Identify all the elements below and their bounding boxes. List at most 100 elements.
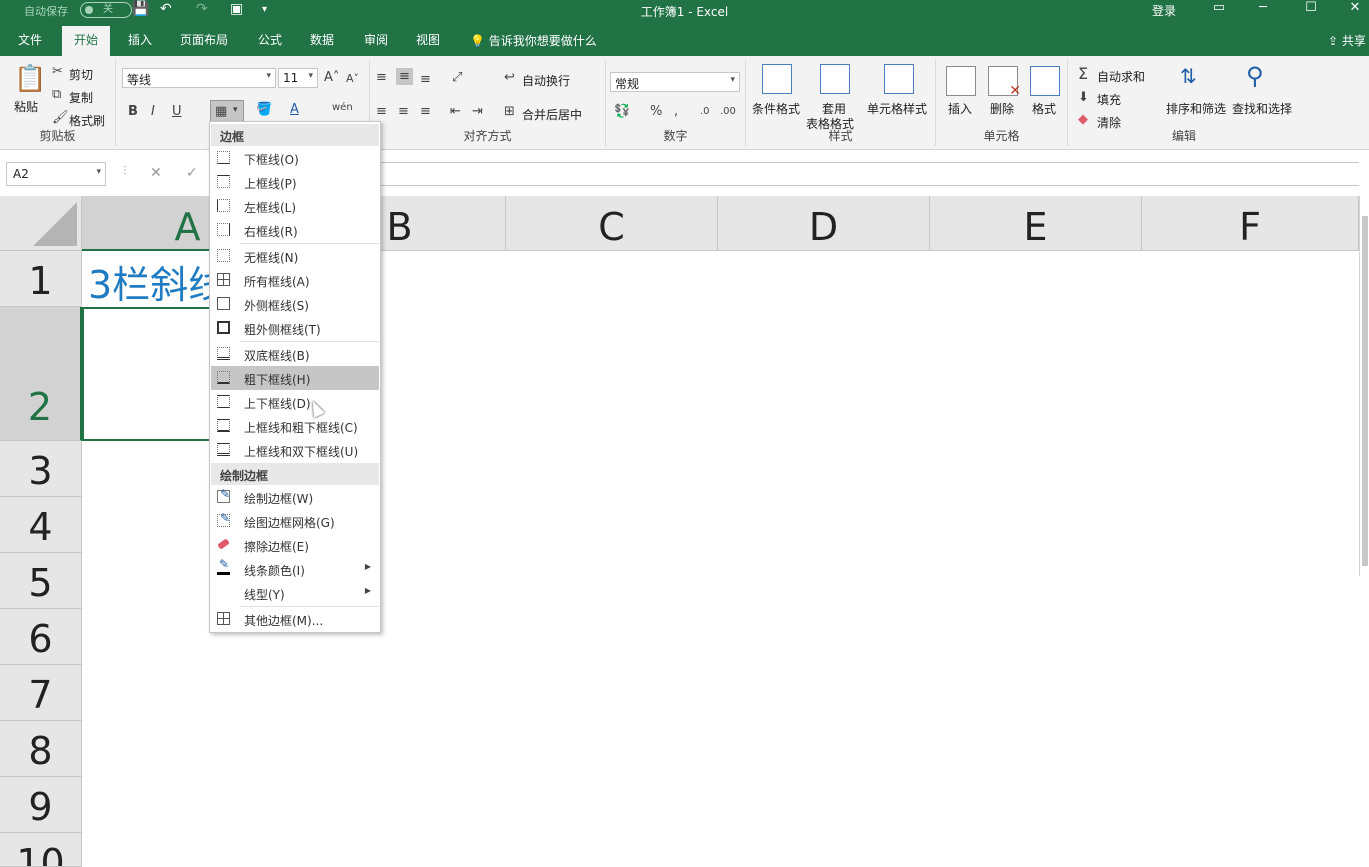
shrink-font-icon[interactable]: A˅ (346, 72, 359, 85)
menu-item-top-border[interactable]: 上框线(P) (211, 170, 379, 194)
percent-button[interactable]: % (650, 104, 662, 119)
maximize-icon[interactable]: ☐ (1296, 0, 1326, 15)
styles-label: 样式 (828, 129, 853, 143)
menu-item-left-border[interactable]: 左框线(L) (211, 194, 379, 218)
row-header-5[interactable]: 5 (0, 553, 82, 609)
font-name-combo[interactable]: 等线 ▾ (122, 68, 276, 88)
row-header-1[interactable]: 1 (0, 251, 82, 307)
top-bottom-border-icon (217, 395, 230, 408)
tab-view[interactable]: 视图 (416, 31, 440, 48)
selected-cell-a2[interactable] (82, 307, 212, 441)
signin-link[interactable]: 登录 (1152, 2, 1176, 19)
copy-button[interactable]: 复制 (69, 89, 93, 106)
menu-item-top-bottom-border[interactable]: 上下框线(D) (211, 390, 379, 414)
comma-button[interactable]: , (674, 104, 678, 119)
menu-item-right-border[interactable]: 右框线(R) (211, 218, 379, 242)
wrap-text-button[interactable]: 自动换行 (522, 72, 570, 89)
cell-styles-button[interactable]: 单元格样式 (867, 100, 927, 117)
row-header-4[interactable]: 4 (0, 497, 82, 553)
menu-item-outside-borders[interactable]: 外侧框线(S) (211, 292, 379, 316)
tab-review[interactable]: 审阅 (364, 31, 388, 48)
row-header-7[interactable]: 7 (0, 665, 82, 721)
tab-file[interactable]: 文件 (18, 31, 42, 48)
menu-item-bottom-border[interactable]: 下框线(O) (211, 146, 379, 170)
menu-item-all-borders[interactable]: 所有框线(A) (211, 268, 379, 292)
menu-item-thick-outside-borders[interactable]: 粗外侧框线(T) (211, 316, 379, 340)
align-top-icon[interactable]: ≡ (376, 70, 387, 85)
tab-data[interactable]: 数据 (310, 31, 334, 48)
align-bottom-icon[interactable]: ≡ (420, 72, 431, 87)
menu-item-line-style[interactable]: 线型(Y) ▶ (211, 581, 379, 605)
decrease-decimal-icon[interactable]: .00 (720, 106, 736, 117)
column-header-f[interactable]: F (1142, 196, 1359, 251)
menu-item-no-border[interactable]: 无框线(N) (211, 244, 379, 268)
font-color-icon[interactable]: A (290, 102, 299, 117)
cancel-entry-button[interactable]: ✕ (150, 165, 162, 181)
fill-color-icon[interactable]: 🪣 (256, 102, 272, 117)
row-header-2[interactable]: 2 (0, 307, 82, 441)
underline-button[interactable]: U (172, 104, 182, 119)
menu-item-erase-border[interactable]: 擦除边框(E) (211, 533, 379, 557)
align-right-icon[interactable]: ≡ (420, 104, 431, 119)
cell-a1[interactable]: 3栏斜线 (88, 254, 226, 309)
fill-button[interactable]: 填充 (1097, 91, 1121, 108)
paste-icon[interactable]: 📋 (14, 64, 46, 94)
find-select-button[interactable]: 查找和选择 (1232, 100, 1292, 117)
tell-me-search[interactable]: 💡 告诉我你想要做什么 (470, 32, 597, 49)
share-button[interactable]: ⇪ 共享 (1328, 32, 1366, 49)
tab-formulas[interactable]: 公式 (258, 31, 282, 48)
confirm-entry-button[interactable]: ✓ (186, 165, 198, 181)
borders-button[interactable]: ▦ ▾ (210, 100, 244, 122)
font-size-combo[interactable]: 11 ▾ (278, 68, 318, 88)
align-left-icon[interactable]: ≡ (376, 104, 387, 119)
column-header-d[interactable]: D (718, 196, 930, 251)
name-box-value: A2 (13, 167, 29, 181)
insert-cells-button[interactable]: 插入 (948, 100, 972, 117)
increase-decimal-icon[interactable]: .0 (700, 106, 710, 117)
vertical-scrollbar[interactable] (1359, 196, 1369, 576)
tab-page-layout[interactable]: 页面布局 (180, 31, 228, 48)
align-middle-icon[interactable]: ≡ (396, 68, 413, 85)
cut-button[interactable]: 剪切 (69, 66, 93, 83)
bold-button[interactable]: B (128, 104, 138, 119)
menu-item-draw-border-grid[interactable]: 绘图边框网格(G) (211, 509, 379, 533)
increase-indent-icon[interactable]: ⇥ (472, 104, 483, 119)
row-header-6[interactable]: 6 (0, 609, 82, 665)
close-icon[interactable]: ✕ (1340, 0, 1369, 15)
italic-button[interactable]: I (151, 104, 155, 119)
align-center-icon[interactable]: ≡ (398, 104, 409, 119)
row-header-8[interactable]: 8 (0, 721, 82, 777)
ribbon-display-icon[interactable]: ▭ (1204, 0, 1234, 15)
row-header-9[interactable]: 9 (0, 777, 82, 833)
minimize-icon[interactable]: ─ (1248, 0, 1278, 15)
orientation-icon[interactable]: ⤢ (452, 70, 462, 85)
menu-item-line-color[interactable]: 线条颜色(I) ▶ (211, 557, 379, 581)
menu-item-double-bottom-border[interactable]: 双底框线(B) (211, 342, 379, 366)
formula-input[interactable] (214, 162, 1359, 186)
autosum-button[interactable]: 自动求和 (1097, 68, 1145, 85)
menu-item-more-borders[interactable]: 其他边框(M)... (211, 607, 379, 631)
phonetic-icon[interactable]: wén (332, 102, 353, 113)
delete-cells-button[interactable]: 删除 (990, 100, 1014, 117)
row-header-10[interactable]: 10 (0, 833, 82, 867)
column-header-e[interactable]: E (930, 196, 1142, 251)
menu-item-top-thick-bottom-border[interactable]: 上框线和粗下框线(C) (211, 414, 379, 438)
paste-button[interactable]: 粘贴 (14, 98, 38, 115)
number-format-combo[interactable]: 常规 ▾ (610, 72, 740, 92)
name-box[interactable]: A2 ▾ (6, 162, 106, 186)
select-all-corner[interactable] (0, 196, 82, 251)
conditional-format-button[interactable]: 条件格式 (752, 100, 800, 117)
grow-font-icon[interactable]: A˄ (324, 70, 339, 85)
menu-item-thick-bottom-border[interactable]: 粗下框线(H) (211, 366, 379, 390)
tab-insert[interactable]: 插入 (128, 31, 152, 48)
tab-home[interactable]: 开始 (62, 26, 111, 56)
menu-item-top-double-bottom-border[interactable]: 上框线和双下框线(U) (211, 438, 379, 462)
menu-item-draw-border[interactable]: 绘制边框(W) (211, 485, 379, 509)
decrease-indent-icon[interactable]: ⇤ (450, 104, 461, 119)
format-cells-button[interactable]: 格式 (1032, 100, 1056, 117)
row-header-3[interactable]: 3 (0, 441, 82, 497)
accounting-icon[interactable]: 💱 (614, 104, 630, 119)
sort-filter-button[interactable]: 排序和筛选 (1166, 100, 1226, 117)
column-header-c[interactable]: C (506, 196, 718, 251)
merge-center-button[interactable]: 合并后居中 (522, 106, 582, 123)
